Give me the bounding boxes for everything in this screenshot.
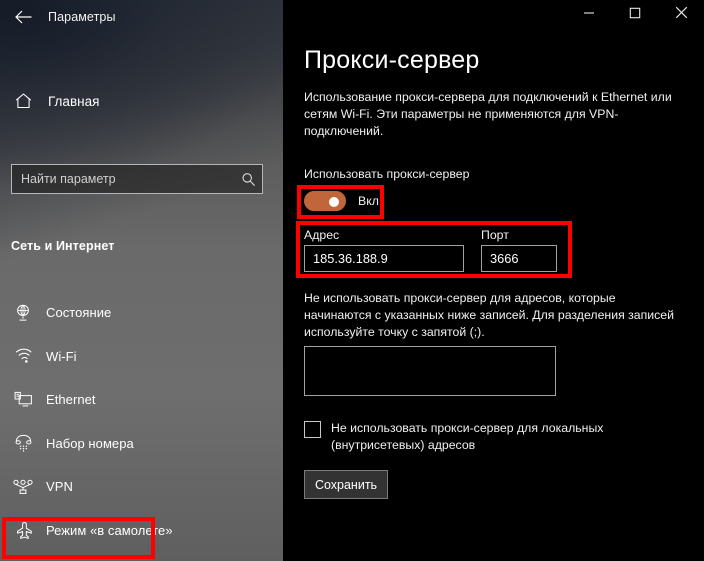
sidebar-section-heading: Сеть и Интернет [11,239,115,253]
back-arrow-icon [14,10,32,24]
address-input[interactable] [304,245,464,272]
wifi-icon [0,348,46,364]
settings-sidebar: Параметры Главная Найти параметр Сеть и … [0,0,283,561]
sidebar-item-vpn-label: VPN [46,479,73,495]
sidebar-item-ethernet-label: Ethernet [46,392,96,408]
minimize-icon [583,6,595,24]
sidebar-item-status[interactable]: Состояние [0,291,283,335]
dial-up-phone-icon [0,434,46,452]
close-button[interactable] [658,0,704,30]
sidebar-item-wifi[interactable]: Wi-Fi [0,335,283,379]
maximize-button[interactable] [612,0,658,30]
back-button[interactable] [0,1,46,33]
search-input[interactable]: Найти параметр [11,164,263,194]
maximize-icon [629,6,641,24]
page-description: Использование прокси-сервера для подключ… [304,90,672,139]
proxy-toggle[interactable]: Вкл. [304,191,382,211]
sidebar-item-status-label: Состояние [46,305,112,321]
proxy-toggle-label: Использовать прокси-сервер [304,167,470,181]
minimize-button[interactable] [566,0,612,30]
sidebar-item-ethernet[interactable]: Ethernet [0,378,283,422]
proxy-toggle-switch[interactable] [304,191,346,211]
sidebar-item-home[interactable]: Главная [0,84,283,118]
sidebar-item-vpn[interactable]: VPN [0,465,283,509]
local-bypass-label: Не использовать прокси-сервер для локаль… [331,421,604,453]
airplane-icon [0,521,46,540]
search-icon[interactable] [234,172,262,187]
sidebar-item-hotspot[interactable]: Мобильный хот-спот [0,552,283,561]
local-bypass-checkbox-row[interactable]: Не использовать прокси-сервер для локаль… [304,420,624,454]
close-icon [675,6,688,24]
proxy-toggle-state: Вкл. [358,194,383,208]
save-button[interactable]: Сохранить [304,470,388,499]
sidebar-item-wifi-label: Wi-Fi [46,348,77,364]
port-label: Порт [481,228,509,242]
exclusions-input[interactable] [304,346,556,396]
sidebar-item-dialup[interactable]: Набор номера [0,422,283,466]
search-placeholder: Найти параметр [21,172,116,186]
address-label: Адрес [304,228,340,242]
sidebar-nav-list: Состояние Wi-Fi Ethernet Набор номера VP… [0,291,283,561]
window-controls [566,0,704,30]
local-bypass-checkbox[interactable] [304,421,321,438]
ethernet-icon [0,391,46,408]
sidebar-item-airplane-mode-label: Режим «в самолете» [46,522,173,538]
network-status-icon [0,304,46,322]
sidebar-home-label: Главная [48,93,100,109]
proxy-toggle-knob [329,197,339,207]
main-content-panel: Прокси-сервер Использование прокси-серве… [283,0,704,561]
exclusions-description: Не использовать прокси-сервер для адресо… [304,291,674,340]
sidebar-item-dialup-label: Набор номера [46,435,134,451]
page-title: Прокси-сервер [304,46,480,74]
app-title: Параметры [48,10,116,24]
port-input[interactable] [481,245,557,272]
sidebar-item-airplane-mode[interactable]: Режим «в самолете» [0,509,283,553]
sidebar-titlebar: Параметры [0,0,283,34]
settings-window: Параметры Главная Найти параметр Сеть и … [0,0,704,561]
home-icon [0,92,46,110]
vpn-icon [0,479,46,495]
